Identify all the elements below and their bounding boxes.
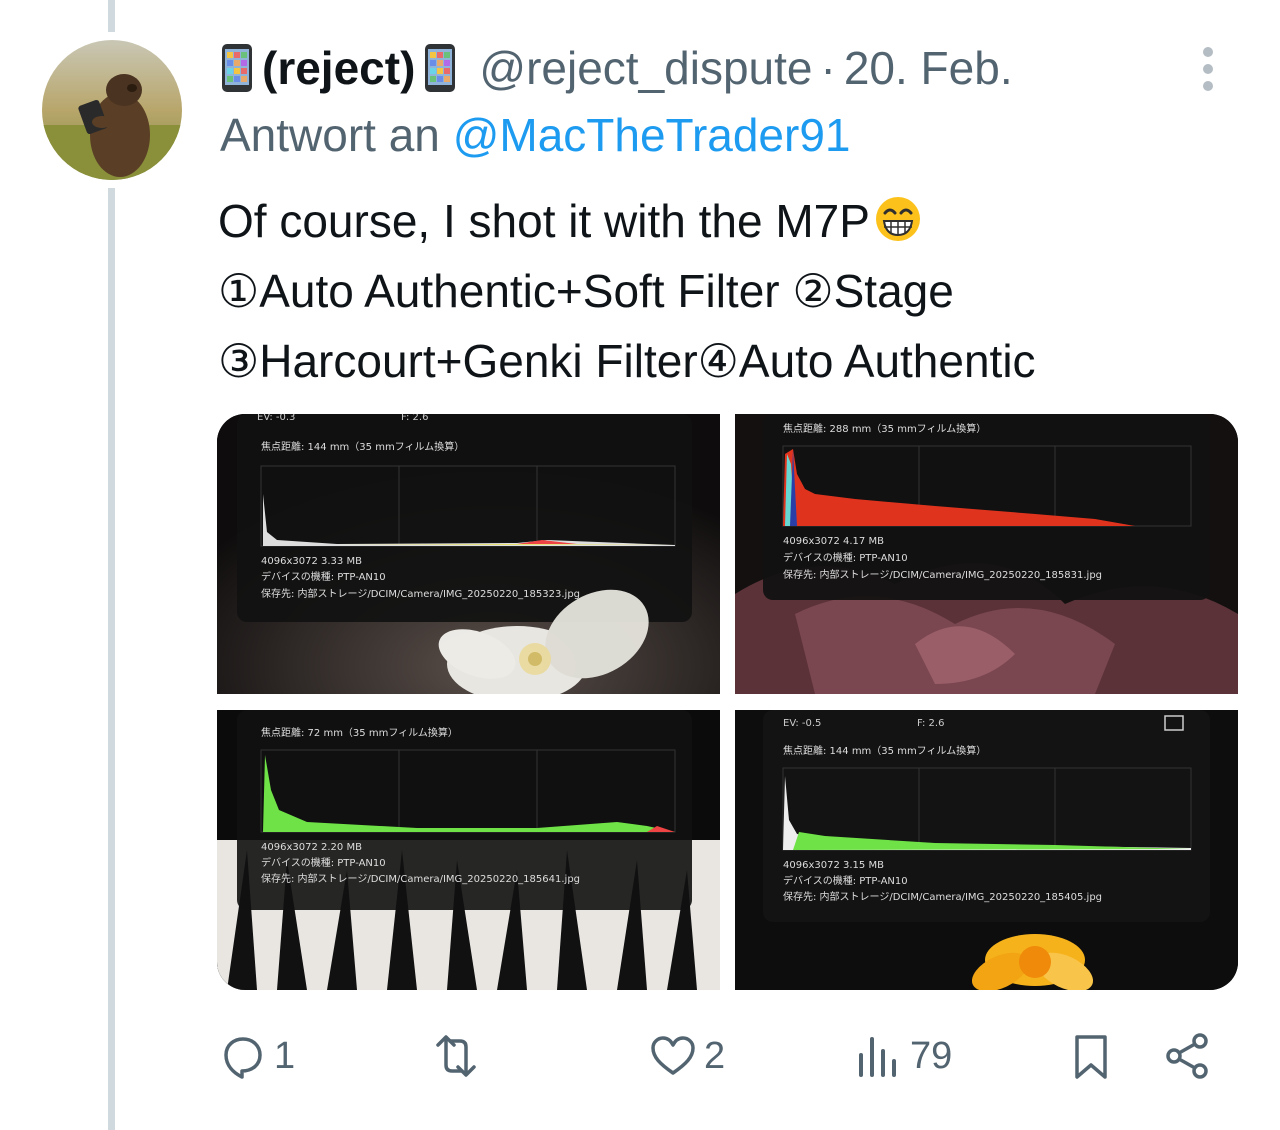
mobile-phone-icon bbox=[222, 44, 252, 92]
views-chart-icon bbox=[859, 1037, 896, 1077]
media-grid: EV: -0.3 F: 2.6 焦点距離: 144 mm（35 mmフィルム換算… bbox=[217, 414, 1238, 990]
like-button[interactable]: 2 bbox=[648, 1024, 725, 1088]
post-actions: 1 2 79 bbox=[218, 1024, 1218, 1088]
photo-info-screenshot-3: 焦点距離: 72 mm（35 mmフィルム換算） 4096x3072 2.20 … bbox=[217, 710, 720, 990]
ev-label: EV: -0.3 bbox=[257, 414, 295, 423]
post-text-line: Of course, I shot it with the M7P bbox=[218, 186, 1238, 256]
thread-line-top bbox=[108, 0, 115, 32]
device-label: デバイスの機種: PTP-AN10 bbox=[783, 551, 908, 564]
device-label: デバイスの機種: PTP-AN10 bbox=[261, 856, 386, 869]
media-image-4[interactable]: EV: -0.5 F: 2.6 焦点距離: 144 mm（35 mmフィルム換算… bbox=[735, 710, 1238, 990]
focal-length-label: 焦点距離: 288 mm（35 mmフィルム換算） bbox=[783, 422, 986, 435]
repost-icon bbox=[436, 1035, 476, 1077]
resolution-label: 4096x3072 3.15 MB bbox=[783, 860, 884, 871]
user-handle[interactable]: @reject_dispute bbox=[479, 41, 812, 95]
post-text-line-2: ①Auto Authentic+Soft Filter ②Stage bbox=[218, 265, 954, 317]
post-text-line-1: Of course, I shot it with the M7P bbox=[218, 195, 870, 247]
grinning-face-emoji-icon bbox=[875, 197, 920, 241]
storage-path-label: 保存先: 内部ストレージ/DCIM/Camera/IMG_20250220_18… bbox=[783, 568, 1102, 581]
views-count: 79 bbox=[910, 1034, 953, 1077]
ev-label: EV: -0.5 bbox=[783, 718, 821, 729]
reply-mention-link[interactable]: @MacTheTrader91 bbox=[453, 109, 851, 161]
display-name[interactable]: (reject) bbox=[262, 41, 415, 95]
aperture-label: F: 2.6 bbox=[917, 718, 944, 729]
focal-length-label: 焦点距離: 144 mm（35 mmフィルム換算） bbox=[261, 440, 464, 453]
share-button[interactable] bbox=[1162, 1024, 1212, 1088]
share-icon bbox=[1166, 1033, 1208, 1079]
separator-dot: · bbox=[820, 42, 836, 94]
views-button[interactable]: 79 bbox=[854, 1024, 952, 1088]
media-image-2[interactable]: 焦点距離: 288 mm（35 mmフィルム換算） 4096x3072 4.17… bbox=[735, 414, 1238, 694]
photo-info-screenshot-4: EV: -0.5 F: 2.6 焦点距離: 144 mm（35 mmフィルム換算… bbox=[735, 710, 1238, 990]
reply-icon bbox=[224, 1037, 262, 1079]
post-text-line-3: ③Harcourt+Genki Filter④Auto Authentic bbox=[218, 335, 1036, 387]
reply-context: Antwort an @MacTheTrader91 bbox=[220, 108, 851, 162]
media-image-1[interactable]: EV: -0.3 F: 2.6 焦点距離: 144 mm（35 mmフィルム換算… bbox=[217, 414, 720, 694]
bookmark-icon bbox=[1075, 1035, 1107, 1079]
reply-prefix: Antwort an bbox=[220, 109, 440, 161]
device-label: デバイスの機種: PTP-AN10 bbox=[261, 570, 386, 583]
repost-button[interactable] bbox=[428, 1024, 490, 1088]
bookmark-button[interactable] bbox=[1066, 1024, 1116, 1088]
focal-length-label: 焦点距離: 144 mm（35 mmフィルム換算） bbox=[783, 744, 986, 757]
reply-button[interactable]: 1 bbox=[218, 1024, 295, 1088]
media-image-3[interactable]: 焦点距離: 72 mm（35 mmフィルム換算） 4096x3072 2.20 … bbox=[217, 710, 720, 990]
resolution-label: 4096x3072 4.17 MB bbox=[783, 536, 884, 547]
photo-info-screenshot-1: EV: -0.3 F: 2.6 焦点距離: 144 mm（35 mmフィルム換算… bbox=[217, 414, 720, 694]
post-header: (reject) @reject_dispute · 20. Feb. bbox=[220, 38, 1013, 98]
avatar-marmot-image bbox=[42, 40, 182, 180]
thread-line-bottom bbox=[108, 188, 115, 1130]
post-date[interactable]: 20. Feb. bbox=[844, 41, 1013, 95]
aperture-label: F: 2.6 bbox=[401, 414, 428, 423]
resolution-label: 4096x3072 2.20 MB bbox=[261, 842, 362, 853]
like-count: 2 bbox=[704, 1034, 726, 1077]
avatar[interactable] bbox=[42, 40, 182, 180]
more-options-icon[interactable] bbox=[1198, 44, 1218, 94]
storage-path-label: 保存先: 内部ストレージ/DCIM/Camera/IMG_20250220_18… bbox=[261, 587, 580, 600]
heart-icon bbox=[651, 1036, 695, 1075]
storage-path-label: 保存先: 内部ストレージ/DCIM/Camera/IMG_20250220_18… bbox=[783, 890, 1102, 903]
reply-count: 1 bbox=[274, 1034, 296, 1077]
storage-path-label: 保存先: 内部ストレージ/DCIM/Camera/IMG_20250220_18… bbox=[261, 872, 580, 885]
photo-info-screenshot-2: 焦点距離: 288 mm（35 mmフィルム換算） 4096x3072 4.17… bbox=[735, 414, 1238, 694]
post-text: Of course, I shot it with the M7P ①Auto … bbox=[218, 186, 1238, 396]
mobile-phone-icon bbox=[425, 44, 456, 92]
resolution-label: 4096x3072 3.33 MB bbox=[261, 556, 362, 567]
focal-length-label: 焦点距離: 72 mm（35 mmフィルム換算） bbox=[261, 726, 458, 739]
device-label: デバイスの機種: PTP-AN10 bbox=[783, 874, 908, 887]
